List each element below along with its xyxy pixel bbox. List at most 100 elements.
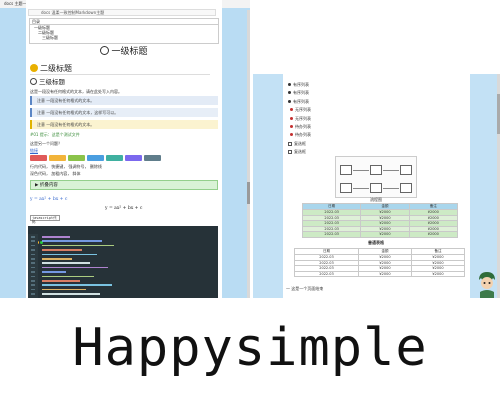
- bullet-icon: [290, 133, 293, 137]
- list-item-text: 有序列表: [293, 82, 309, 87]
- table-cell: ¥2000: [408, 231, 459, 238]
- bullet-icon: [288, 91, 291, 95]
- link[interactable]: 链接: [30, 148, 38, 154]
- checkbox[interactable]: [288, 150, 292, 155]
- block-formula: y = ax² + bx + c: [105, 206, 143, 211]
- diagram-node: [340, 183, 352, 193]
- tag-teal: [106, 155, 123, 161]
- line-number: [31, 275, 35, 278]
- list-item-text: 待办列表: [295, 132, 311, 138]
- code-line: [42, 236, 70, 238]
- line-number: [31, 266, 35, 269]
- tag-row: [30, 155, 220, 162]
- table-row: 2022.03 ¥2000 ¥2000: [294, 259, 466, 266]
- diagram-arrow: [383, 188, 399, 189]
- line-number: [31, 288, 35, 291]
- plain-table: 日期 金额 备注 2022.03 ¥2000 ¥2000 2022.03 ¥2000 ¥200…: [294, 248, 466, 277]
- list-item: 无序列表: [290, 116, 311, 122]
- bullet-icon: [288, 83, 291, 86]
- heading-1: 一级标题: [29, 44, 219, 57]
- emoji-icon: [30, 78, 37, 85]
- diagram-arrow: [353, 188, 369, 189]
- table-caption: 普通表格: [368, 240, 384, 245]
- list-item-text: 无序列表: [295, 115, 311, 121]
- list-item[interactable]: 复选框: [288, 141, 306, 147]
- code-line: [42, 266, 108, 269]
- diagram-arrow: [353, 170, 369, 171]
- list-item: 有序列表: [288, 82, 309, 88]
- app-title: Happysimple: [72, 318, 428, 378]
- inline-formats-row-2: 深色代码， 加粗内容， 斜体: [30, 171, 81, 176]
- code-line: [42, 288, 86, 291]
- code-line: [42, 240, 102, 242]
- line-number: [31, 262, 35, 264]
- table-cell: 2022.03: [294, 270, 359, 277]
- heading-3: 三级标题: [30, 76, 65, 86]
- table-row: 2022.03 ¥2000 ¥2000: [294, 270, 466, 277]
- code-line: [42, 249, 82, 251]
- vertical-scrollbar[interactable]: [247, 10, 250, 298]
- table-cell: 2022.03: [301, 231, 362, 238]
- list-item-text: 待办列表: [295, 124, 311, 129]
- flow-diagram: [335, 156, 417, 198]
- list-item-text: 复选框: [294, 149, 306, 155]
- table-row: 2022.03 ¥2000 ¥2000: [301, 225, 459, 232]
- emoji-icon: [100, 46, 110, 55]
- table-row: 2022.03 ¥2000 ¥2000: [301, 220, 459, 227]
- line-number: [31, 253, 35, 256]
- diagram-node: [400, 183, 412, 193]
- line-number: [31, 240, 35, 242]
- emoji-icon: [30, 64, 38, 72]
- table-cell: ¥2000: [357, 270, 412, 277]
- scrollbar-thumb[interactable]: [247, 182, 250, 204]
- list-item: 无序列表: [290, 107, 311, 113]
- code-line: [42, 244, 114, 247]
- code-line: [42, 293, 100, 295]
- tag-purple: [125, 155, 142, 161]
- code-block: [28, 226, 218, 298]
- table-cell: ¥2000: [410, 270, 466, 277]
- toc-item-h3[interactable]: 三级标题: [30, 35, 218, 40]
- tag-yellow: [49, 155, 66, 161]
- tag-gray: [144, 155, 161, 161]
- line-number: [31, 244, 35, 247]
- diagram-node: [370, 165, 382, 175]
- tag-green: [68, 155, 85, 161]
- list-item: 有序列表: [288, 99, 309, 105]
- checkbox[interactable]: [288, 141, 292, 146]
- list-item: 待办列表: [290, 132, 311, 138]
- heading-2-text: 二级标题: [40, 64, 72, 73]
- code-language-button[interactable]: javascript代码: [30, 215, 60, 224]
- line-number: [31, 258, 35, 260]
- question-line: 这是另一个问题？: [30, 141, 62, 146]
- list-item[interactable]: 复选框: [288, 149, 306, 155]
- heading-1-text: 一级标题: [111, 47, 148, 57]
- address-bar[interactable]: docs 温柔一致控制Markdown主题: [28, 9, 216, 16]
- footer-text: 一 这是一个页面结束: [286, 286, 324, 291]
- list-item-text: 有序列表: [293, 98, 309, 104]
- code-line: [42, 271, 66, 273]
- collapsible-summary[interactable]: ▶ 折叠内容: [30, 180, 218, 190]
- bullet-icon: [288, 99, 291, 103]
- table-row: 2022.03 ¥2000 ¥2000: [294, 265, 466, 272]
- list-item: 待办列表: [290, 124, 311, 130]
- table-of-contents: 目录 一级标题 二级标题 三级标题: [29, 18, 219, 44]
- preview-canvas: docs 主题一致 Writings 阅读 Markdown 渲染 docs 温…: [0, 0, 500, 400]
- diagram-node: [370, 183, 382, 193]
- diagram-arrow: [383, 170, 399, 171]
- diagram-node: [340, 165, 352, 175]
- list-item: 有序列表: [288, 90, 309, 96]
- callout-warning: 注意 一段没有任何格式的文本。: [30, 120, 218, 129]
- code-line: [42, 280, 80, 282]
- table-row: 2022.03 ¥2000 ¥2000: [294, 254, 466, 261]
- tag-red: [30, 155, 47, 161]
- code-line: [42, 262, 90, 264]
- line-number: [31, 236, 35, 238]
- code-line: [42, 275, 94, 278]
- table-row: 2022.03 ¥2000 ¥2000: [301, 231, 459, 238]
- code-line: [42, 284, 112, 286]
- table-cell: ¥2000: [360, 231, 410, 238]
- code-line: [42, 253, 97, 256]
- line-number: [31, 293, 35, 295]
- list-item-text: 有序列表: [293, 90, 309, 96]
